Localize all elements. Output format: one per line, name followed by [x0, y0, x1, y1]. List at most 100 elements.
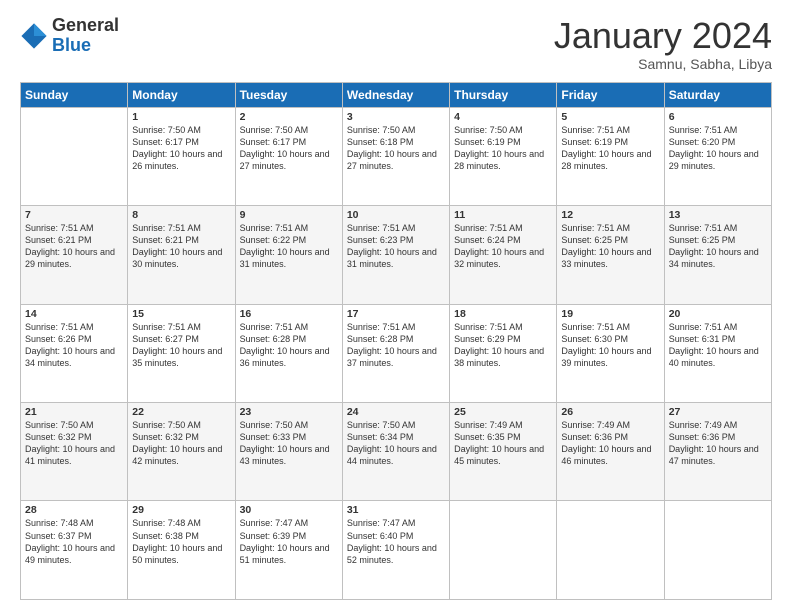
day-number: 18 [454, 308, 552, 320]
day-number: 16 [240, 308, 338, 320]
location-subtitle: Samnu, Sabha, Libya [554, 56, 772, 72]
cell-info: Sunrise: 7:50 AM Sunset: 6:33 PM Dayligh… [240, 419, 338, 468]
cell-info: Sunrise: 7:49 AM Sunset: 6:35 PM Dayligh… [454, 419, 552, 468]
cell-1-4: 3Sunrise: 7:50 AM Sunset: 6:18 PM Daylig… [342, 107, 449, 205]
logo: General Blue [20, 16, 119, 56]
cell-info: Sunrise: 7:51 AM Sunset: 6:21 PM Dayligh… [132, 222, 230, 271]
cell-info: Sunrise: 7:48 AM Sunset: 6:37 PM Dayligh… [25, 517, 123, 566]
col-thursday: Thursday [450, 82, 557, 107]
col-monday: Monday [128, 82, 235, 107]
cell-5-7 [664, 501, 771, 600]
cell-1-6: 5Sunrise: 7:51 AM Sunset: 6:19 PM Daylig… [557, 107, 664, 205]
week-row-1: 1 Sunrise: 7:50 AM Sunset: 6:17 PM Daylig… [21, 107, 772, 205]
cell-1-2: 1Sunrise: 7:50 AM Sunset: 6:17 PM Daylig… [128, 107, 235, 205]
cell-3-7: 20Sunrise: 7:51 AM Sunset: 6:31 PM Dayli… [664, 304, 771, 402]
week-row-2: 7Sunrise: 7:51 AM Sunset: 6:21 PM Daylig… [21, 206, 772, 304]
cell-info: Sunrise: 7:51 AM Sunset: 6:24 PM Dayligh… [454, 222, 552, 271]
cell-2-6: 12Sunrise: 7:51 AM Sunset: 6:25 PM Dayli… [557, 206, 664, 304]
cell-3-4: 17Sunrise: 7:51 AM Sunset: 6:28 PM Dayli… [342, 304, 449, 402]
day-number: 17 [347, 308, 445, 320]
header-row: Sunday Monday Tuesday Wednesday Thursday… [21, 82, 772, 107]
cell-3-1: 14Sunrise: 7:51 AM Sunset: 6:26 PM Dayli… [21, 304, 128, 402]
cell-info: Sunrise: 7:50 AM Sunset: 6:18 PM Dayligh… [347, 124, 445, 173]
cell-4-1: 21Sunrise: 7:50 AM Sunset: 6:32 PM Dayli… [21, 403, 128, 501]
cell-2-4: 10Sunrise: 7:51 AM Sunset: 6:23 PM Dayli… [342, 206, 449, 304]
cell-info: Sunrise: 7:50 AM Sunset: 6:17 PM Dayligh… [240, 124, 338, 173]
day-number: 19 [561, 308, 659, 320]
day-number: 6 [669, 111, 767, 123]
cell-4-5: 25Sunrise: 7:49 AM Sunset: 6:35 PM Dayli… [450, 403, 557, 501]
day-number: 27 [669, 406, 767, 418]
title-section: January 2024 Samnu, Sabha, Libya [554, 16, 772, 72]
cell-info: Sunrise: 7:47 AM Sunset: 6:39 PM Dayligh… [240, 517, 338, 566]
day-number: 21 [25, 406, 123, 418]
cell-4-2: 22Sunrise: 7:50 AM Sunset: 6:32 PM Dayli… [128, 403, 235, 501]
cell-info: Sunrise: 7:51 AM Sunset: 6:28 PM Dayligh… [347, 321, 445, 370]
cell-info: Sunrise: 7:51 AM Sunset: 6:31 PM Dayligh… [669, 321, 767, 370]
day-number: 12 [561, 209, 659, 221]
cell-2-3: 9Sunrise: 7:51 AM Sunset: 6:22 PM Daylig… [235, 206, 342, 304]
logo-blue-text: Blue [52, 36, 119, 56]
cell-info: Sunrise: 7:50 AM Sunset: 6:34 PM Dayligh… [347, 419, 445, 468]
day-number: 2 [240, 111, 338, 123]
cell-5-1: 28Sunrise: 7:48 AM Sunset: 6:37 PM Dayli… [21, 501, 128, 600]
col-sunday: Sunday [21, 82, 128, 107]
cell-info: Sunrise: 7:49 AM Sunset: 6:36 PM Dayligh… [561, 419, 659, 468]
cell-info: Sunrise: 7:47 AM Sunset: 6:40 PM Dayligh… [347, 517, 445, 566]
header: General Blue January 2024 Samnu, Sabha, … [20, 16, 772, 72]
cell-1-3: 2Sunrise: 7:50 AM Sunset: 6:17 PM Daylig… [235, 107, 342, 205]
day-number: 10 [347, 209, 445, 221]
day-number: 24 [347, 406, 445, 418]
cell-info: Sunrise: 7:51 AM Sunset: 6:21 PM Dayligh… [25, 222, 123, 271]
day-number: 22 [132, 406, 230, 418]
cell-2-7: 13Sunrise: 7:51 AM Sunset: 6:25 PM Dayli… [664, 206, 771, 304]
cell-4-4: 24Sunrise: 7:50 AM Sunset: 6:34 PM Dayli… [342, 403, 449, 501]
day-number: 3 [347, 111, 445, 123]
cell-3-6: 19Sunrise: 7:51 AM Sunset: 6:30 PM Dayli… [557, 304, 664, 402]
week-row-4: 21Sunrise: 7:50 AM Sunset: 6:32 PM Dayli… [21, 403, 772, 501]
week-row-3: 14Sunrise: 7:51 AM Sunset: 6:26 PM Dayli… [21, 304, 772, 402]
cell-5-2: 29Sunrise: 7:48 AM Sunset: 6:38 PM Dayli… [128, 501, 235, 600]
cell-info: Sunrise: 7:51 AM Sunset: 6:27 PM Dayligh… [132, 321, 230, 370]
cell-3-3: 16Sunrise: 7:51 AM Sunset: 6:28 PM Dayli… [235, 304, 342, 402]
day-number: 14 [25, 308, 123, 320]
day-number: 11 [454, 209, 552, 221]
day-number: 13 [669, 209, 767, 221]
logo-general-text: General [52, 16, 119, 36]
cell-info: Sunrise: 7:51 AM Sunset: 6:20 PM Dayligh… [669, 124, 767, 173]
day-number: 5 [561, 111, 659, 123]
cell-info: Sunrise: 7:51 AM Sunset: 6:23 PM Dayligh… [347, 222, 445, 271]
day-number: 25 [454, 406, 552, 418]
day-number: 31 [347, 504, 445, 516]
cell-info: Sunrise: 7:51 AM Sunset: 6:25 PM Dayligh… [669, 222, 767, 271]
logo-text: General Blue [52, 16, 119, 56]
cell-info: Sunrise: 7:51 AM Sunset: 6:26 PM Dayligh… [25, 321, 123, 370]
cell-info: Sunrise: 7:50 AM Sunset: 6:32 PM Dayligh… [25, 419, 123, 468]
day-number: 8 [132, 209, 230, 221]
cell-5-4: 31Sunrise: 7:47 AM Sunset: 6:40 PM Dayli… [342, 501, 449, 600]
day-number: 26 [561, 406, 659, 418]
cell-5-6 [557, 501, 664, 600]
col-wednesday: Wednesday [342, 82, 449, 107]
cell-info: Sunrise: 7:50 AM Sunset: 6:19 PM Dayligh… [454, 124, 552, 173]
cell-info: Sunrise: 7:51 AM Sunset: 6:19 PM Dayligh… [561, 124, 659, 173]
page: General Blue January 2024 Samnu, Sabha, … [0, 0, 792, 612]
cell-info: Sunrise: 7:51 AM Sunset: 6:22 PM Dayligh… [240, 222, 338, 271]
col-friday: Friday [557, 82, 664, 107]
day-number: 28 [25, 504, 123, 516]
cell-5-3: 30Sunrise: 7:47 AM Sunset: 6:39 PM Dayli… [235, 501, 342, 600]
cell-1-1 [21, 107, 128, 205]
cell-2-2: 8Sunrise: 7:51 AM Sunset: 6:21 PM Daylig… [128, 206, 235, 304]
cell-4-3: 23Sunrise: 7:50 AM Sunset: 6:33 PM Dayli… [235, 403, 342, 501]
month-title: January 2024 [554, 16, 772, 56]
cell-3-2: 15Sunrise: 7:51 AM Sunset: 6:27 PM Dayli… [128, 304, 235, 402]
day-number: 1 [132, 111, 230, 123]
calendar-table: Sunday Monday Tuesday Wednesday Thursday… [20, 82, 772, 600]
day-number: 29 [132, 504, 230, 516]
cell-1-7: 6Sunrise: 7:51 AM Sunset: 6:20 PM Daylig… [664, 107, 771, 205]
col-saturday: Saturday [664, 82, 771, 107]
cell-4-6: 26Sunrise: 7:49 AM Sunset: 6:36 PM Dayli… [557, 403, 664, 501]
cell-info: Sunrise: 7:50 AM Sunset: 6:32 PM Dayligh… [132, 419, 230, 468]
cell-info: Sunrise: 7:51 AM Sunset: 6:28 PM Dayligh… [240, 321, 338, 370]
cell-info: Sunrise: 7:49 AM Sunset: 6:36 PM Dayligh… [669, 419, 767, 468]
